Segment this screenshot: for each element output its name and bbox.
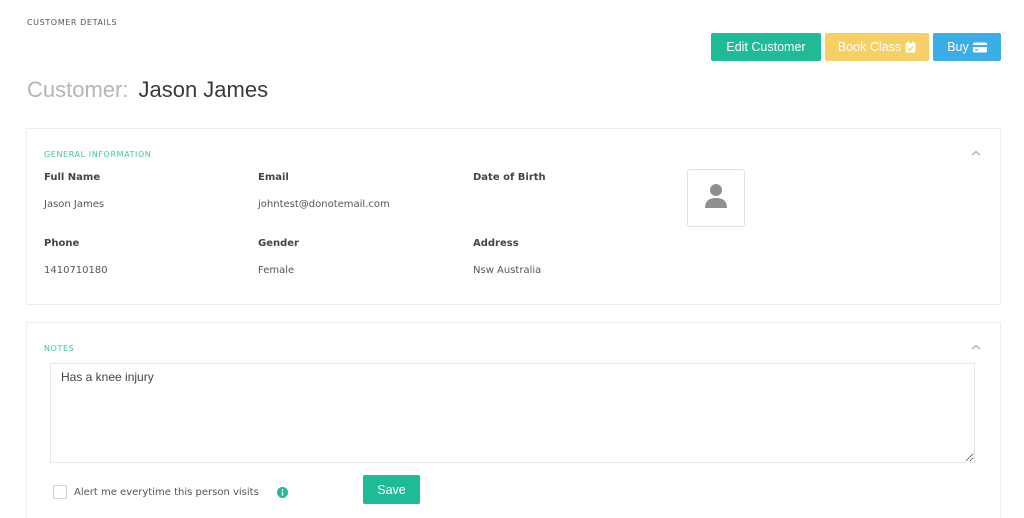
email-label: Email <box>258 172 289 183</box>
address-value: Nsw Australia <box>473 265 542 276</box>
page-title-label: Customer: <box>27 77 129 102</box>
full-name-value: Jason James <box>44 199 105 210</box>
user-placeholder-icon <box>704 183 728 213</box>
breadcrumb: CUSTOMER DETAILS <box>27 18 118 27</box>
address-label: Address <box>473 238 519 249</box>
action-buttons: Edit Customer Book Class Buy <box>711 33 1001 61</box>
alert-label[interactable]: Alert me everytime this person visits <box>74 487 259 498</box>
save-button[interactable]: Save <box>363 475 420 504</box>
credit-card-icon <box>972 42 987 53</box>
alert-checkbox[interactable] <box>53 485 67 499</box>
general-information-panel: GENERAL INFORMATION Full Name Jason Jame… <box>26 128 1001 305</box>
edit-customer-button[interactable]: Edit Customer <box>711 33 821 61</box>
phone-label: Phone <box>44 238 80 249</box>
customer-name: Jason James <box>138 77 269 102</box>
buy-button[interactable]: Buy <box>933 33 1001 61</box>
page-title: Customer: Jason James <box>27 77 268 103</box>
notes-heading: NOTES <box>44 344 75 353</box>
info-icon[interactable] <box>276 486 288 498</box>
notes-panel: NOTES Alert me everytime this person vis… <box>26 322 1001 518</box>
avatar[interactable] <box>687 169 745 227</box>
chevron-up-icon[interactable] <box>970 338 982 350</box>
gender-label: Gender <box>258 238 299 249</box>
gender-value: Female <box>258 265 295 276</box>
calendar-check-icon <box>905 41 916 53</box>
notes-textarea[interactable] <box>50 363 975 463</box>
book-class-button[interactable]: Book Class <box>825 33 929 61</box>
edit-customer-label: Edit Customer <box>726 40 806 54</box>
full-name-label: Full Name <box>44 172 101 183</box>
date-of-birth-label: Date of Birth <box>473 172 546 183</box>
email-value: johntest@donotemail.com <box>258 199 390 210</box>
phone-value: 1410710180 <box>44 265 108 276</box>
general-information-heading: GENERAL INFORMATION <box>44 150 152 159</box>
buy-label: Buy <box>947 40 969 54</box>
chevron-up-icon[interactable] <box>970 144 982 156</box>
alert-option: Alert me everytime this person visits <box>53 485 288 499</box>
book-class-label: Book Class <box>837 40 902 54</box>
